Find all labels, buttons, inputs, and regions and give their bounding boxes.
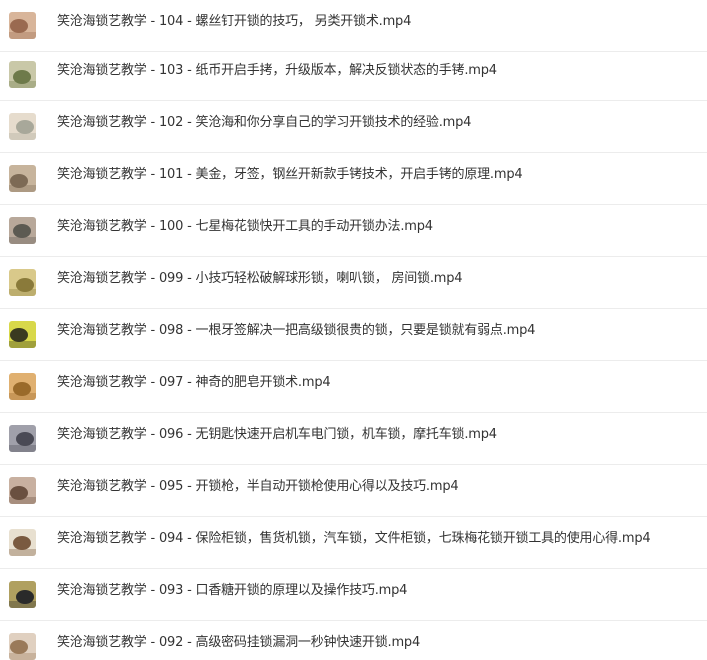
video-thumbnail-icon bbox=[9, 61, 36, 88]
file-name: 笑沧海锁艺教学 - 092 - 高级密码挂锁漏洞一秒钟快速开锁.mp4 bbox=[57, 635, 421, 650]
video-thumbnail-icon bbox=[9, 321, 36, 348]
file-name: 笑沧海锁艺教学 - 096 - 无钥匙快速开启机车电门锁，机车锁，摩托车锁.mp… bbox=[57, 427, 497, 442]
file-name: 笑沧海锁艺教学 - 099 - 小技巧轻松破解球形锁，喇叭锁， 房间锁.mp4 bbox=[57, 271, 463, 286]
file-name: 笑沧海锁艺教学 - 101 - 美金，牙签，钢丝开新款手铐技术，开启手铐的原理.… bbox=[57, 167, 523, 182]
file-row[interactable]: 笑沧海锁艺教学 - 100 - 七星梅花锁快开工具的手动开锁办法.mp4 bbox=[0, 205, 707, 257]
file-row[interactable]: 笑沧海锁艺教学 - 095 - 开锁枪，半自动开锁枪使用心得以及技巧.mp4 bbox=[0, 465, 707, 517]
file-name: 笑沧海锁艺教学 - 104 - 螺丝钉开锁的技巧， 另类开锁术.mp4 bbox=[57, 14, 412, 29]
file-row[interactable]: 笑沧海锁艺教学 - 093 - 口香糖开锁的原理以及操作技巧.mp4 bbox=[0, 569, 707, 621]
video-thumbnail-icon bbox=[9, 373, 36, 400]
video-thumbnail-icon bbox=[9, 12, 36, 39]
file-name: 笑沧海锁艺教学 - 094 - 保险柜锁，售货机锁，汽车锁，文件柜锁，七珠梅花锁… bbox=[57, 531, 651, 546]
file-row[interactable]: 笑沧海锁艺教学 - 097 - 神奇的肥皂开锁术.mp4 bbox=[0, 361, 707, 413]
video-thumbnail-icon bbox=[9, 269, 36, 296]
video-thumbnail-icon bbox=[9, 633, 36, 660]
video-thumbnail-icon bbox=[9, 529, 36, 556]
file-row[interactable]: 笑沧海锁艺教学 - 094 - 保险柜锁，售货机锁，汽车锁，文件柜锁，七珠梅花锁… bbox=[0, 517, 707, 569]
file-list: 笑沧海锁艺教学 - 104 - 螺丝钉开锁的技巧， 另类开锁术.mp4 笑沧海锁艺… bbox=[0, 0, 707, 660]
video-thumbnail-icon bbox=[9, 217, 36, 244]
file-row[interactable]: 笑沧海锁艺教学 - 098 - 一根牙签解决一把高级锁很贵的锁，只要是锁就有弱点… bbox=[0, 309, 707, 361]
file-row[interactable]: 笑沧海锁艺教学 - 092 - 高级密码挂锁漏洞一秒钟快速开锁.mp4 bbox=[0, 621, 707, 660]
file-name: 笑沧海锁艺教学 - 097 - 神奇的肥皂开锁术.mp4 bbox=[57, 375, 331, 390]
file-name: 笑沧海锁艺教学 - 103 - 纸币开启手拷，升级版本，解决反锁状态的手铐.mp… bbox=[57, 63, 497, 78]
file-row[interactable]: 笑沧海锁艺教学 - 096 - 无钥匙快速开启机车电门锁，机车锁，摩托车锁.mp… bbox=[0, 413, 707, 465]
video-thumbnail-icon bbox=[9, 165, 36, 192]
file-name: 笑沧海锁艺教学 - 093 - 口香糖开锁的原理以及操作技巧.mp4 bbox=[57, 583, 408, 598]
file-row[interactable]: 笑沧海锁艺教学 - 103 - 纸币开启手拷，升级版本，解决反锁状态的手铐.mp… bbox=[0, 49, 707, 101]
file-name: 笑沧海锁艺教学 - 102 - 笑沧海和你分享自己的学习开锁技术的经验.mp4 bbox=[57, 115, 472, 130]
file-name: 笑沧海锁艺教学 - 098 - 一根牙签解决一把高级锁很贵的锁，只要是锁就有弱点… bbox=[57, 323, 536, 338]
video-thumbnail-icon bbox=[9, 113, 36, 140]
video-thumbnail-icon bbox=[9, 425, 36, 452]
file-row[interactable]: 笑沧海锁艺教学 - 104 - 螺丝钉开锁的技巧， 另类开锁术.mp4 bbox=[0, 0, 707, 52]
video-thumbnail-icon bbox=[9, 581, 36, 608]
file-row[interactable]: 笑沧海锁艺教学 - 099 - 小技巧轻松破解球形锁，喇叭锁， 房间锁.mp4 bbox=[0, 257, 707, 309]
file-row[interactable]: 笑沧海锁艺教学 - 102 - 笑沧海和你分享自己的学习开锁技术的经验.mp4 bbox=[0, 101, 707, 153]
file-row[interactable]: 笑沧海锁艺教学 - 101 - 美金，牙签，钢丝开新款手铐技术，开启手铐的原理.… bbox=[0, 153, 707, 205]
file-name: 笑沧海锁艺教学 - 100 - 七星梅花锁快开工具的手动开锁办法.mp4 bbox=[57, 219, 433, 234]
file-name: 笑沧海锁艺教学 - 095 - 开锁枪，半自动开锁枪使用心得以及技巧.mp4 bbox=[57, 479, 459, 494]
video-thumbnail-icon bbox=[9, 477, 36, 504]
